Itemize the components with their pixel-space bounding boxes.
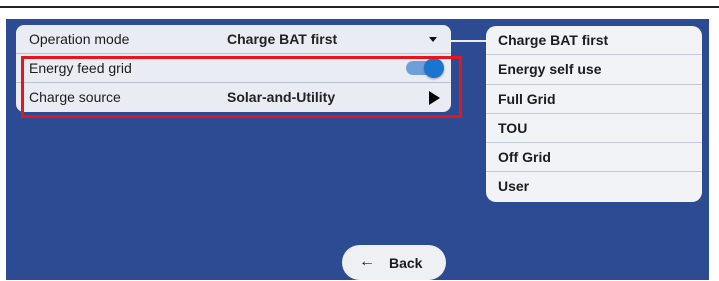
option-energy-self-use[interactable]: Energy self use — [486, 55, 702, 85]
energy-feed-grid-toggle[interactable] — [406, 58, 444, 78]
operation-mode-label: Operation mode — [29, 31, 130, 47]
energy-feed-grid-label: Energy feed grid — [29, 60, 132, 76]
operation-mode-dropdown[interactable]: Charge BAT first Energy self use Full Gr… — [486, 26, 702, 202]
settings-panel: Operation mode Charge BAT first Energy f… — [16, 25, 451, 112]
toggle-knob[interactable] — [424, 58, 444, 78]
chevron-down-icon[interactable] — [429, 37, 437, 42]
top-divider — [0, 6, 719, 8]
option-off-grid[interactable]: Off Grid — [486, 143, 702, 173]
option-full-grid[interactable]: Full Grid — [486, 85, 702, 114]
arrow-left-icon: ← — [359, 253, 375, 270]
charge-source-label: Charge source — [29, 89, 121, 105]
back-button[interactable]: ← Back — [342, 245, 446, 280]
energy-feed-grid-row[interactable]: Energy feed grid — [16, 54, 451, 83]
operation-mode-value[interactable]: Charge BAT first — [227, 31, 337, 47]
back-button-label: Back — [389, 255, 423, 271]
operation-mode-row[interactable]: Operation mode Charge BAT first — [16, 25, 451, 54]
charge-source-row[interactable]: Charge source Solar-and-Utility — [16, 83, 451, 112]
play-arrow-icon[interactable] — [429, 91, 440, 105]
option-user[interactable]: User — [486, 172, 702, 201]
dropdown-connector — [451, 40, 486, 42]
charge-source-value[interactable]: Solar-and-Utility — [227, 89, 335, 105]
window-frame: Operation mode Charge BAT first Energy f… — [0, 0, 719, 281]
option-charge-bat-first[interactable]: Charge BAT first — [486, 26, 702, 56]
option-tou[interactable]: TOU — [486, 114, 702, 144]
